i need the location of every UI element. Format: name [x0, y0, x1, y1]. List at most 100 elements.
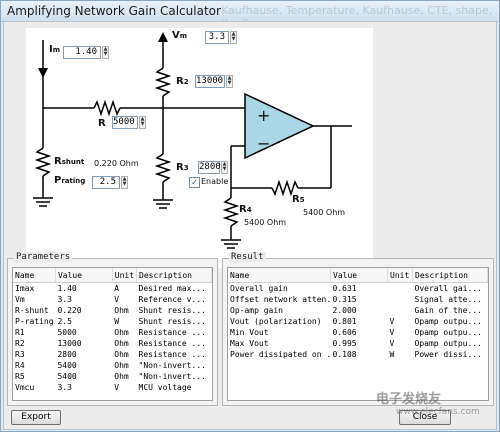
im-input[interactable]: 1.40 [63, 46, 101, 59]
table-row[interactable]: R1 5000 Ohm Resistance ... [13, 327, 212, 338]
table-cell: 0.108 [332, 350, 357, 359]
table-cell: Imax [15, 284, 35, 293]
result-table[interactable]: Name Value Unit Description Overall gain… [227, 267, 489, 401]
column-header[interactable]: Value [330, 268, 388, 283]
table-cell: MCU voltage [138, 383, 192, 392]
column-header[interactable]: Description [136, 268, 212, 283]
table-cell: 13000 [57, 339, 82, 348]
vm-spinner[interactable]: ▲ ▼ [230, 31, 237, 44]
column-header[interactable]: Description [412, 268, 488, 283]
table-cell: 0.220 [57, 306, 82, 315]
table-row[interactable]: R4 5400 Ohm "Non-invert... [13, 360, 212, 371]
table-row[interactable]: R3 2800 Ohm Resistance ... [13, 349, 212, 360]
table-cell: Reference v... [138, 295, 206, 304]
prating-spinner[interactable]: ▲ ▼ [121, 176, 128, 189]
table-row[interactable]: Power dissipated on ... 0.108 W Power dissi… [228, 349, 488, 360]
table-row[interactable]: Vmcu 3.3 V MCU voltage [13, 382, 212, 393]
vm-input[interactable]: 3.3 [205, 31, 229, 44]
table-row[interactable]: Vm 3.3 V Reference v... [13, 294, 212, 305]
table-cell: R4 [15, 361, 25, 370]
table-cell: Shunt resis... [138, 306, 206, 315]
table-cell: Opamp outpu... [414, 328, 482, 337]
table-cell: 2.5 [57, 317, 72, 326]
table-cell: V [114, 383, 120, 392]
table-row[interactable]: Imax 1.40 A Desired max... [13, 283, 212, 295]
table-cell: Resistance ... [138, 339, 206, 348]
parameters-group: Parameters Name Value Unit Description I… [7, 252, 218, 406]
table-cell: R1 [15, 328, 25, 337]
im-label: Im [49, 44, 61, 55]
r5-value: 5400 Ohm [303, 208, 346, 217]
table-row[interactable]: Vout (polarization) 0.801 V Opamp outpu... [228, 316, 488, 327]
table-cell: V [389, 339, 395, 348]
table-row[interactable]: Offset network atten... 0.315 Signal atte.… [228, 294, 488, 305]
r3-input[interactable]: 2800 [198, 161, 221, 174]
export-button[interactable]: Export [11, 410, 61, 425]
r3-label: R3 [176, 162, 189, 173]
table-row[interactable]: Overall gain 0.631 Overall gai... [228, 283, 488, 295]
table-cell: Power dissi... [414, 350, 482, 359]
table-row[interactable]: Min Vout 0.606 V Opamp outpu... [228, 327, 488, 338]
table-cell: Ohm [114, 350, 129, 359]
table-row[interactable]: Max Vout 0.995 V Opamp outpu... [228, 338, 488, 349]
table-cell: Gain of the... [414, 306, 482, 315]
table-cell: Opamp outpu... [414, 317, 482, 326]
opamp-minus-sign: − [257, 134, 271, 153]
table-row[interactable]: R2 13000 Ohm Resistance ... [13, 338, 212, 349]
table-cell: 0.606 [332, 328, 357, 337]
table-cell: Vm [15, 295, 25, 304]
table-cell: V [114, 295, 120, 304]
app-window: Amplifying Network Gain Calculator Kaufh… [0, 0, 500, 432]
table-row[interactable]: P-rating 2.5 W Shunt resis... [13, 316, 212, 327]
table-cell: 1.40 [57, 284, 77, 293]
column-header[interactable]: Unit [112, 268, 138, 283]
table-cell: Signal atte... [414, 295, 482, 304]
watermark-url: www.elecfans.com [396, 407, 480, 417]
table-cell: Overall gai... [414, 284, 482, 293]
table-row[interactable]: Op-amp gain 2.000 Gain of the... [228, 305, 488, 316]
table-cell: 0.801 [332, 317, 357, 326]
table-row[interactable]: R5 5400 Ohm "Non-invert... [13, 371, 212, 382]
table-cell: Max Vout [230, 339, 269, 348]
opamp-plus-sign: + [257, 106, 271, 125]
table-cell: Overall gain [230, 284, 288, 293]
table-cell: Ohm [114, 372, 129, 381]
r1-input[interactable]: 5000 [112, 116, 138, 129]
table-row[interactable]: R-shunt 0.220 Ohm Shunt resis... [13, 305, 212, 316]
table-cell: R5 [15, 372, 25, 381]
table-cell: Shunt resis... [138, 317, 206, 326]
enable-checkbox[interactable]: ✓ [189, 177, 200, 188]
column-header[interactable]: Name [13, 268, 56, 283]
r3-spinner[interactable]: ▲ ▼ [221, 161, 228, 174]
prating-input[interactable]: 2.5 [92, 176, 120, 189]
parameters-title: Parameters [14, 252, 73, 262]
title-bar: Amplifying Network Gain Calculator Kaufh… [1, 1, 499, 30]
r2-label: R2 [176, 76, 189, 87]
table-cell: A [114, 284, 120, 293]
table-cell: Ohm [114, 361, 129, 370]
table-cell [388, 294, 413, 305]
table-cell: R2 [15, 339, 25, 348]
vm-label: Vm [172, 30, 188, 41]
r1-spinner[interactable]: ▲ ▼ [139, 116, 146, 129]
table-cell: Ohm [114, 339, 129, 348]
column-header[interactable]: Unit [387, 268, 413, 283]
column-header[interactable]: Name [228, 268, 331, 283]
im-spinner[interactable]: ▲ ▼ [102, 46, 109, 59]
table-header-row: Name Value Unit Description [13, 268, 212, 283]
table-cell: 0.631 [332, 284, 357, 293]
r2-input[interactable]: 13000 [195, 75, 225, 88]
table-cell: 3.3 [57, 295, 72, 304]
parameters-table[interactable]: Name Value Unit Description Imax 1.40 A Des… [12, 267, 213, 401]
table-cell [388, 305, 413, 316]
table-cell: Opamp outpu... [414, 339, 482, 348]
column-header[interactable]: Value [55, 268, 113, 283]
table-cell: R3 [15, 350, 25, 359]
table-cell: 2800 [57, 350, 77, 359]
rshunt-value: 0.220 Ohm [94, 159, 139, 168]
r4-value: 5400 Ohm [244, 218, 287, 227]
table-cell: 2.000 [332, 306, 357, 315]
r2-spinner[interactable]: ▲ ▼ [226, 75, 233, 88]
table-cell: Op-amp gain [230, 306, 283, 315]
result-title: Result [229, 252, 266, 262]
